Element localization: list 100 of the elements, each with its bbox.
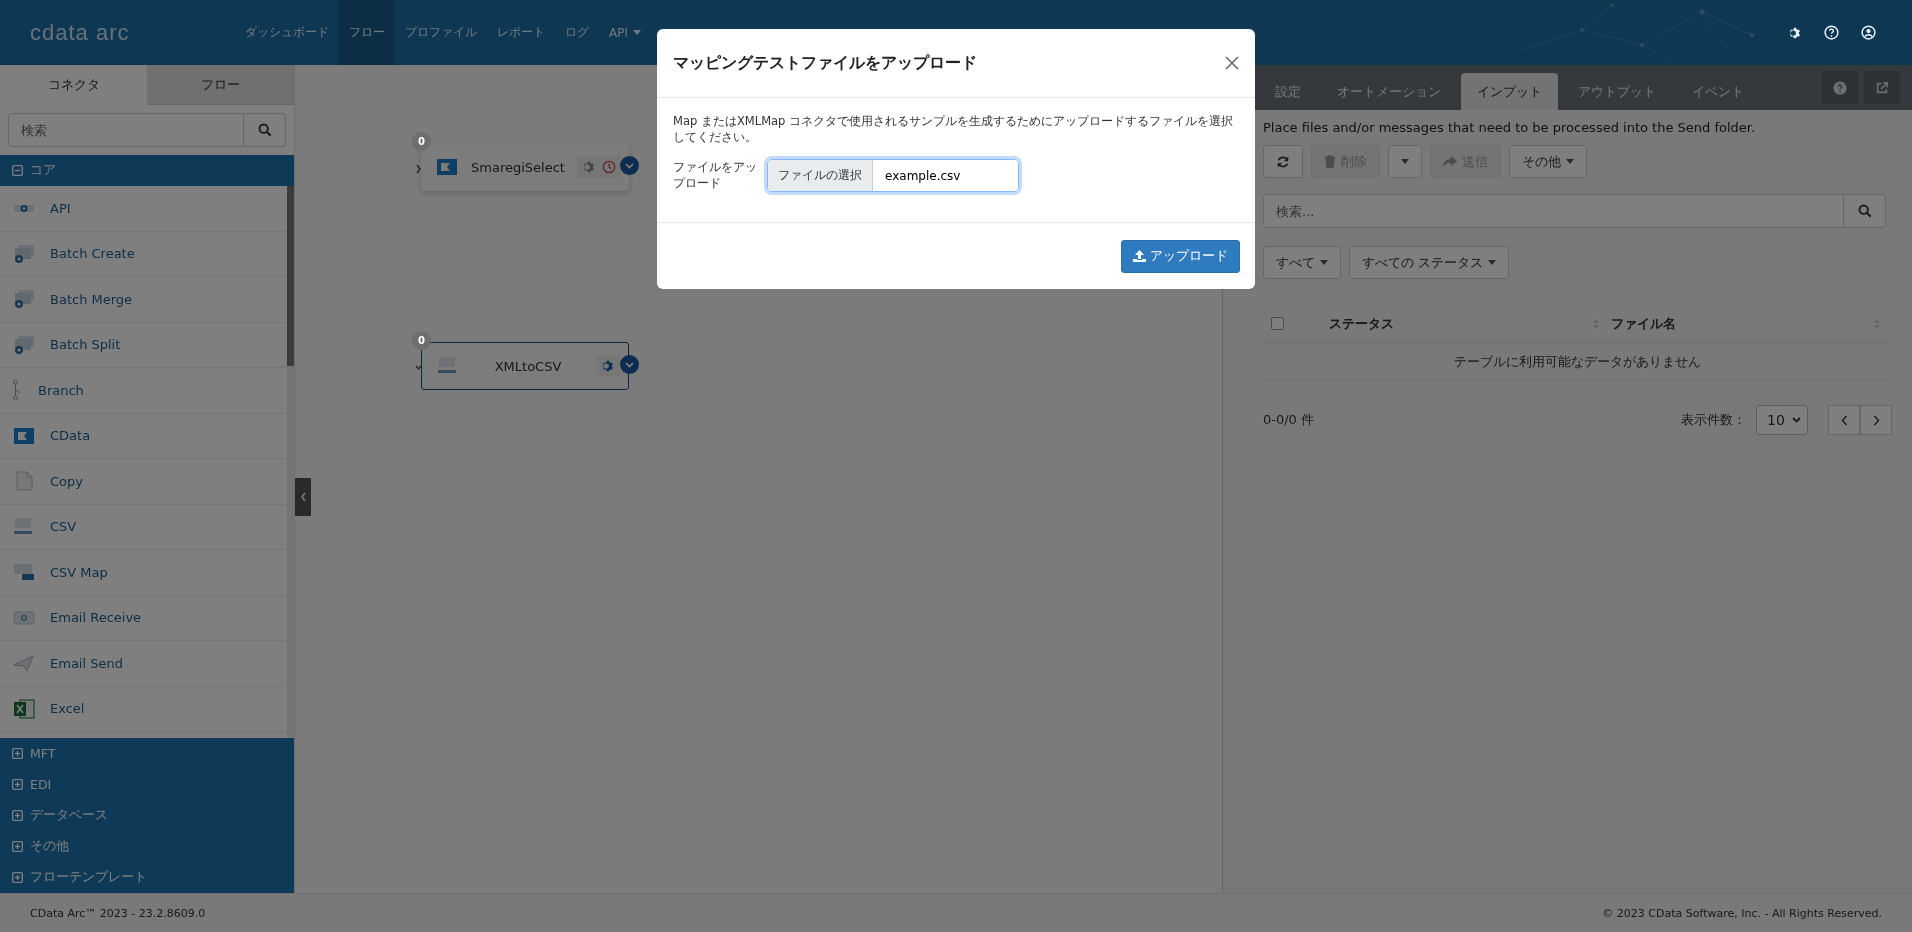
category-header[interactable]: MFT	[0, 738, 294, 769]
connector-label: CSV	[50, 519, 77, 535]
connector-item[interactable]: CSV	[0, 504, 287, 550]
settings-icon[interactable]	[1788, 25, 1802, 40]
connector-item[interactable]: Batch Merge	[0, 277, 287, 323]
search-field[interactable]: 検索	[8, 113, 244, 147]
expand-button[interactable]	[620, 156, 639, 175]
connector-label: Batch Split	[50, 337, 121, 353]
description: Place files and/or messages that need to be processed into the Send folder.	[1263, 120, 1757, 135]
external-link-icon	[1875, 80, 1889, 95]
search-button[interactable]	[244, 113, 286, 147]
connector-label: Email Send	[50, 655, 123, 671]
copyright-text: © 2023 CData Software, Inc. - All Rights Reserved.	[1602, 906, 1882, 920]
file-input[interactable]: ファイルの選択 example.csv	[767, 159, 1019, 193]
connector-label: Batch Merge	[50, 291, 133, 307]
category-label: コア	[30, 162, 56, 179]
category-header[interactable]: EDI	[0, 769, 294, 800]
scrollbar[interactable]	[287, 186, 294, 738]
category-header[interactable]: コア	[0, 155, 294, 186]
previous-page-button[interactable]	[1828, 405, 1860, 435]
expand-icon[interactable]	[12, 841, 23, 852]
dialog-title: マッピングテストファイルをアップロード	[673, 52, 977, 74]
collapse-icon[interactable]	[12, 165, 23, 176]
connector-item[interactable]: CSV Map	[0, 550, 287, 596]
category-label: EDI	[30, 777, 52, 792]
column-header[interactable]: ファイル名	[1610, 314, 1676, 333]
page-size-select[interactable]: 10	[1756, 405, 1808, 435]
panel-tab[interactable]: インプット	[1461, 73, 1558, 110]
filter-dropdown[interactable]: すべて	[1263, 246, 1341, 279]
page-size-label: 表示件数：	[1681, 411, 1746, 429]
connector-item[interactable]: Batch Create	[0, 231, 287, 277]
refresh-button[interactable]	[1263, 145, 1303, 178]
caret-icon	[1320, 260, 1328, 265]
expand-icon[interactable]	[12, 779, 23, 790]
connector-label: Batch Create	[50, 246, 135, 262]
expand-icon[interactable]	[12, 872, 23, 883]
help-button[interactable]	[1822, 71, 1858, 104]
count-badge: 0	[412, 331, 431, 350]
category-header[interactable]: フローテンプレート	[0, 862, 294, 893]
logo[interactable]: cdata arc	[30, 19, 235, 46]
column-header[interactable]: ステータス	[1329, 314, 1394, 333]
share-arrow-icon	[1443, 155, 1457, 168]
dialog-description: Map またはXMLMap コネクタで使用されるサンプルを生成するためにアップロードするファイルを選択してください。	[673, 113, 1235, 146]
filter-dropdown[interactable]: すべての ステータス	[1349, 246, 1510, 279]
connector-item[interactable]: API	[0, 186, 287, 232]
chevron-left-icon	[299, 492, 307, 502]
empty-message: テーブルに利用可能なデータがありません	[1263, 343, 1892, 381]
select-all-checkbox[interactable]	[1271, 317, 1284, 330]
connector-item[interactable]: CData	[0, 413, 287, 459]
nav-link[interactable]: ログ	[555, 0, 599, 65]
category-label: データベース	[30, 807, 108, 824]
count-badge: 0	[412, 132, 431, 151]
connector-item[interactable]: Email Receive	[0, 595, 287, 641]
trash-icon	[1324, 155, 1336, 168]
search-icon	[257, 123, 272, 137]
nav-link[interactable]: フロー	[339, 0, 395, 65]
search-field[interactable]: 検索...	[1263, 194, 1844, 228]
caret-icon	[1488, 260, 1497, 265]
connector-item[interactable]: Batch Split	[0, 322, 287, 368]
nav-link[interactable]: プロファイル	[395, 0, 487, 65]
category-header[interactable]: その他	[0, 831, 294, 862]
close-icon	[1225, 56, 1239, 70]
more-button[interactable]: その他	[1509, 145, 1587, 178]
nav-link[interactable]: API	[599, 0, 651, 65]
chevron-icon	[415, 164, 422, 174]
category-header[interactable]: データベース	[0, 800, 294, 831]
search-button[interactable]	[1844, 194, 1886, 228]
user-icon[interactable]	[1861, 25, 1876, 40]
stacked-pages-icon	[12, 333, 36, 356]
category-label: フローテンプレート	[30, 869, 147, 886]
cdata-icon	[435, 156, 459, 178]
choose-file-button[interactable]: ファイルの選択	[768, 160, 873, 192]
expand-icon[interactable]	[12, 748, 23, 759]
node-name: XMLtoCSV	[493, 358, 563, 374]
nav-link[interactable]: レポート	[487, 0, 555, 65]
search-icon	[1857, 204, 1872, 218]
collapse-handle[interactable]	[295, 478, 311, 516]
caret-icon	[1566, 159, 1574, 164]
excel-icon	[12, 697, 36, 720]
gear-icon[interactable]	[601, 359, 615, 373]
connector-item[interactable]: Excel	[0, 686, 287, 732]
upload-icon	[1133, 250, 1146, 263]
connector-item[interactable]: Email Send	[0, 641, 287, 687]
clock-icon[interactable]	[602, 160, 616, 174]
gear-icon[interactable]	[582, 160, 596, 174]
stacked-pages-icon	[12, 288, 36, 311]
category-label: その他	[30, 838, 69, 855]
next-page-button[interactable]	[1860, 405, 1892, 435]
nav-link[interactable]: ダッシュボード	[235, 0, 339, 65]
node-name: SmaregiSelect	[470, 159, 566, 175]
expand-icon[interactable]	[12, 810, 23, 821]
connector-item[interactable]: Copy	[0, 459, 287, 505]
help-icon[interactable]	[1824, 25, 1839, 40]
external-link-button[interactable]	[1864, 71, 1900, 104]
chevron-down-icon	[625, 162, 634, 169]
close-button[interactable]	[1225, 56, 1239, 70]
upload-button[interactable]: アップロード	[1121, 239, 1240, 273]
help-icon	[1833, 80, 1847, 95]
sidebar-tab[interactable]: コネクタ	[0, 65, 147, 105]
chevron-icon	[415, 363, 422, 373]
